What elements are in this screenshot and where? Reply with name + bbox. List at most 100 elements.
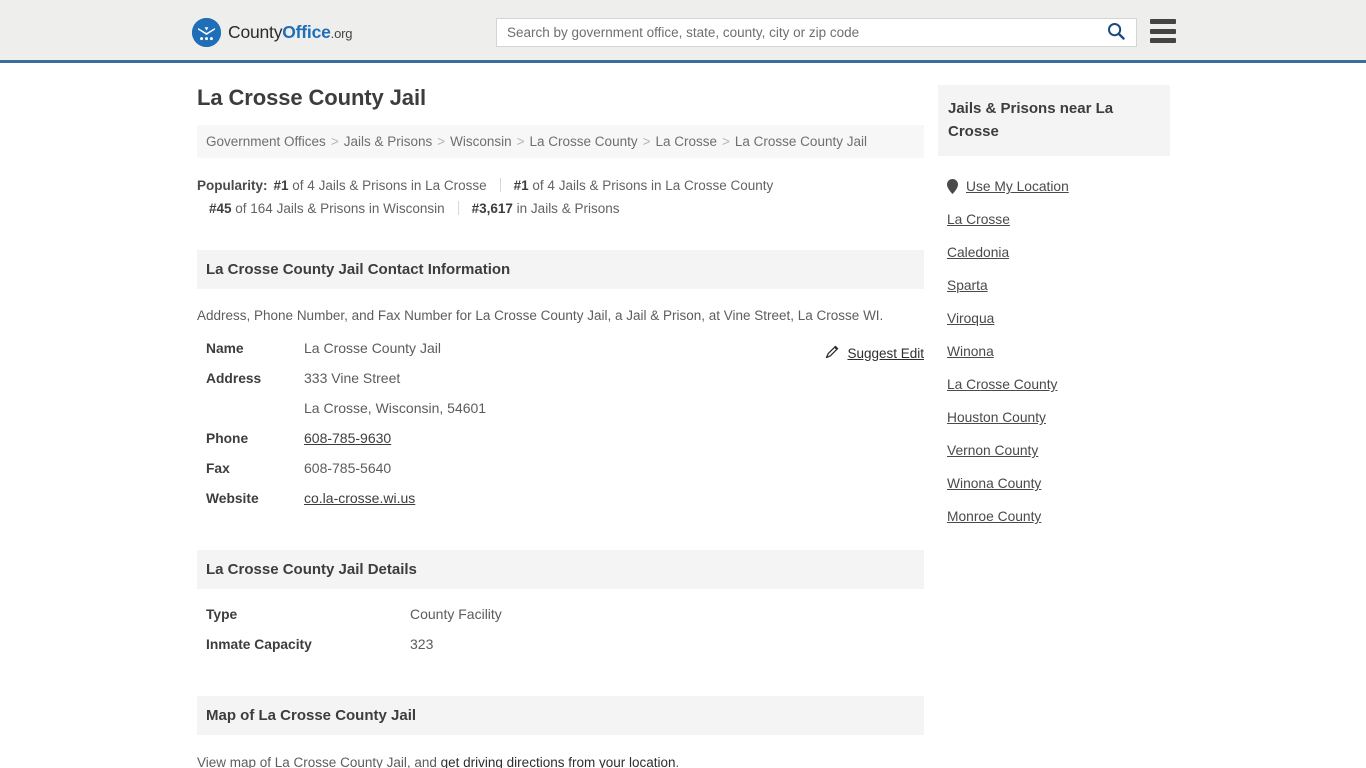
driving-directions-link[interactable]: get driving directions from your locatio… [441,755,676,768]
map-text-before: View map of La Crosse County Jail, and [197,755,441,768]
sidebar-item-viroqua[interactable]: Viroqua [938,302,1170,335]
popularity-row-2: #45 of 164 Jails & Prisons in Wisconsin #… [197,197,924,220]
pencil-edit-icon [825,344,840,362]
popularity-item-1: #1 of 4 Jails & Prisons in La Crosse [274,174,487,197]
contact-section-description: Address, Phone Number, and Fax Number fo… [197,308,884,323]
details-value-inmate-capacity: 323 [410,636,434,652]
contact-value-address-city: La Crosse, Wisconsin, 54601 [304,400,487,416]
search-bar [496,18,1137,47]
sidebar-link-houston-county[interactable]: Houston County [947,410,1046,425]
contact-row-phone: Phone 608-785-9630 [197,430,924,460]
breadcrumb-separator: > [330,134,339,149]
logo-text-office: Office [282,22,331,42]
details-row-type: Type County Facility [197,606,924,636]
hamburger-bar-3 [1150,38,1176,43]
contact-value-phone: 608-785-9630 [304,430,391,446]
phone-link[interactable]: 608-785-9630 [304,430,391,446]
sidebar-item-sparta[interactable]: Sparta [938,269,1170,302]
breadcrumb-separator: > [642,134,651,149]
contact-value-website: co.la-crosse.wi.us [304,490,415,506]
sidebar-link-winona-county[interactable]: Winona County [947,476,1041,491]
sidebar-item-winona[interactable]: Winona [938,335,1170,368]
sidebar-link-monroe-county[interactable]: Monroe County [947,509,1041,524]
sidebar-item-vernon-county[interactable]: Vernon County [938,434,1170,467]
contact-key-address: Address [206,371,262,386]
nearby-sidebar: Jails & Prisons near La Crosse Use My Lo… [938,85,1170,533]
sidebar-item-houston-county[interactable]: Houston County [938,401,1170,434]
popularity-rank-4: #3,617 [471,201,513,216]
popularity-text-3: of 164 Jails & Prisons in Wisconsin [231,201,445,216]
hamburger-bar-2 [1150,28,1176,34]
breadcrumb-separator: > [437,134,446,149]
sidebar-item-monroe-county[interactable]: Monroe County [938,500,1170,533]
breadcrumb-item-jails-prisons[interactable]: Jails & Prisons [344,134,433,149]
contact-row-fax: Fax 608-785-5640 [197,460,924,490]
breadcrumb-item-government-offices[interactable]: Government Offices [206,134,326,149]
suggest-edit-label: Suggest Edit [847,345,924,361]
sidebar-heading: Jails & Prisons near La Crosse [938,85,1170,156]
popularity-rank-3: #45 [209,201,232,216]
search-button[interactable] [1096,19,1136,46]
contact-value-name: La Crosse County Jail [304,340,441,356]
sidebar-link-vernon-county[interactable]: Vernon County [947,443,1038,458]
contact-row-address: Address 333 Vine Street [197,370,924,400]
contact-value-address-street: 333 Vine Street [304,370,401,386]
site-header: CountyOffice.org [0,0,1366,63]
popularity-rank-2: #1 [513,178,529,193]
popularity-divider [457,201,459,215]
sidebar-list: Use My Location La Crosse Caledonia Spar… [938,170,1170,533]
details-key-type: Type [206,607,238,622]
contact-key-website: Website [206,491,259,506]
breadcrumb-item-la-crosse-county[interactable]: La Crosse County [530,134,638,149]
sidebar-link-winona[interactable]: Winona [947,344,994,359]
popularity-row-1: Popularity: #1 of 4 Jails & Prisons in La… [197,174,924,197]
website-link[interactable]: co.la-crosse.wi.us [304,490,415,506]
breadcrumb: Government Offices > Jails & Prisons > Wisco… [197,125,924,158]
breadcrumb-item-wisconsin[interactable]: Wisconsin [450,134,512,149]
breadcrumb-separator: > [516,134,525,149]
sidebar-link-viroqua[interactable]: Viroqua [947,311,994,326]
map-section-heading: Map of La Crosse County Jail [197,696,924,735]
contact-row-website: Website co.la-crosse.wi.us [197,490,924,520]
sidebar-item-caledonia[interactable]: Caledonia [938,236,1170,269]
popularity-label: Popularity: [197,178,268,193]
sidebar-item-la-crosse-county[interactable]: La Crosse County [938,368,1170,401]
popularity-item-4: #3,617 in Jails & Prisons [472,197,620,220]
contact-section-heading: La Crosse County Jail Contact Informatio… [197,250,924,289]
main-content: La Crosse County Jail Government Offices… [197,85,924,768]
eagle-seal-icon [192,18,221,47]
sidebar-link-la-crosse[interactable]: La Crosse [947,212,1010,227]
sidebar-link-use-my-location[interactable]: Use My Location [966,179,1069,194]
site-logo[interactable]: CountyOffice.org [192,18,352,47]
suggest-edit-button[interactable]: Suggest Edit [825,344,924,362]
contact-key-phone: Phone [206,431,249,446]
popularity-text-4: in Jails & Prisons [512,201,620,216]
hamburger-menu-icon[interactable] [1150,19,1176,43]
facility-details-list: Type County Facility Inmate Capacity 323 [197,606,924,666]
logo-text-county: County [228,22,283,42]
map-pin-icon [947,179,958,194]
map-text-after: . [675,755,680,768]
contact-value-fax: 608-785-5640 [304,460,392,476]
sidebar-item-winona-county[interactable]: Winona County [938,467,1170,500]
details-section-heading: La Crosse County Jail Details [197,550,924,589]
sidebar-link-la-crosse-county[interactable]: La Crosse County [947,377,1057,392]
sidebar-item-la-crosse[interactable]: La Crosse [938,203,1170,236]
contact-details-list: Suggest Edit Name La Crosse County Jail … [197,340,924,520]
details-value-type: County Facility [410,606,502,622]
breadcrumb-item-la-crosse-county-jail[interactable]: La Crosse County Jail [735,134,867,149]
logo-wordmark: CountyOffice.org [228,22,352,43]
popularity-divider [499,178,501,192]
breadcrumb-item-la-crosse[interactable]: La Crosse [655,134,717,149]
sidebar-item-use-my-location[interactable]: Use My Location [938,170,1170,203]
popularity-stats: Popularity: #1 of 4 Jails & Prisons in La… [197,174,924,220]
page-title: La Crosse County Jail [197,85,426,110]
breadcrumb-separator: > [722,134,730,149]
search-input[interactable] [497,19,1096,46]
hamburger-bar-1 [1150,19,1176,24]
sidebar-link-caledonia[interactable]: Caledonia [947,245,1009,260]
popularity-text-2: of 4 Jails & Prisons in La Crosse County [528,178,774,193]
search-icon [1107,22,1125,43]
contact-key-fax: Fax [206,461,230,476]
sidebar-link-sparta[interactable]: Sparta [947,278,988,293]
